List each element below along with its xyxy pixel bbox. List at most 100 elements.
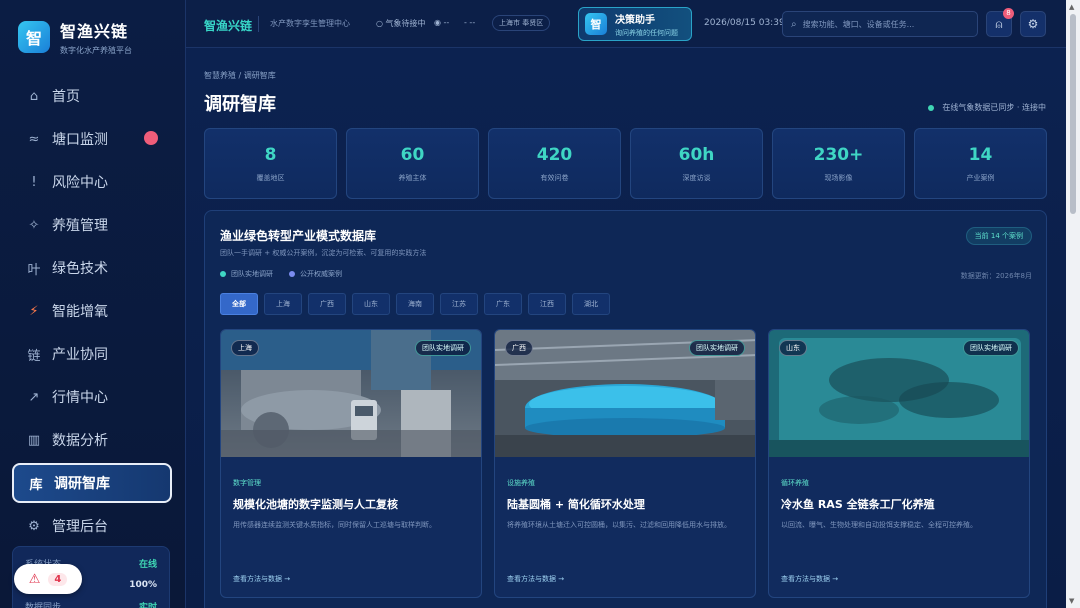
legend-label: 公开权威案例	[300, 270, 342, 278]
stat-card: 8 覆盖地区	[204, 128, 337, 199]
divider	[258, 16, 259, 32]
sidebar-item-label: 风险中心	[52, 175, 108, 191]
stat-value: 60	[400, 145, 425, 165]
alert-button[interactable]: ⚠ 4	[14, 564, 82, 594]
filter-hubei[interactable]: 湖北	[572, 293, 610, 315]
view-details-link[interactable]: 查看方法与数据 →	[233, 574, 290, 584]
stat-value: 8	[264, 145, 277, 165]
system-status-value: 实时	[138, 603, 157, 608]
sidebar-item-label: 养殖管理	[52, 218, 108, 234]
sidebar-item-risk[interactable]: ! 风险中心	[12, 162, 172, 202]
scrollbar-thumb[interactable]	[1070, 14, 1076, 214]
stat-card: 14 产业案例	[914, 128, 1047, 199]
breadcrumb: 智慧养殖 / 调研智库	[204, 71, 276, 80]
filter-all[interactable]: 全部	[220, 293, 258, 315]
sidebar-item-industry[interactable]: 链 产业协同	[12, 334, 172, 374]
brand-subtitle: 数字化水产养殖平台	[60, 46, 132, 55]
sidebar-item-research[interactable]: 库 调研智库	[12, 463, 172, 503]
scroll-down-icon[interactable]: ▼	[1069, 597, 1074, 605]
source-type-tag: 团队实地调研	[415, 340, 471, 356]
legend-label: 团队实地调研	[231, 270, 273, 278]
location-badge[interactable]: 上海市 奉贤区	[492, 15, 551, 31]
sidebar-item-label: 数据分析	[52, 433, 108, 449]
case-card[interactable]: 上海 团队实地调研 数字管理 规模化池塘的数字监测与人工复核 用传感器连续监测关…	[220, 329, 482, 598]
settings-button[interactable]: ⚙	[1020, 11, 1046, 37]
topbar-title: 智渔兴链	[204, 19, 253, 33]
system-status-row: 数据同步 实时	[25, 600, 157, 608]
scroll-up-icon[interactable]: ▲	[1069, 3, 1074, 11]
top-bar: 智渔兴链 水产数字孪生管理中心 ○ 气象待接中 ◉ -- - -- 上海市 奉贤…	[186, 0, 1066, 48]
system-status-label: 数据同步	[25, 603, 62, 608]
case-category: 设施养殖	[507, 479, 535, 487]
search-input[interactable]	[802, 19, 963, 29]
filter-guangxi[interactable]: 广西	[308, 293, 346, 315]
sidebar-item-label: 产业协同	[52, 347, 108, 363]
bars-icon: ▥	[27, 432, 41, 448]
case-image-fish-tank: 山东 团队实地调研	[769, 330, 1029, 457]
case-description: 用传感器连续监测关键水质指标，同时保留人工巡塘与取样判断。	[233, 521, 436, 529]
sidebar-item-label: 行情中心	[52, 390, 108, 406]
sidebar-item-market[interactable]: ↗ 行情中心	[12, 377, 172, 417]
stat-value: 230+	[813, 145, 864, 165]
stat-value: 60h	[678, 145, 715, 165]
brand-title: 智渔兴链	[60, 22, 129, 41]
filter-jiangsu[interactable]: 江苏	[440, 293, 478, 315]
case-image-tank-facility: 广西 团队实地调研	[495, 330, 755, 457]
stat-card: 60 养殖主体	[346, 128, 479, 199]
page-title: 调研智库	[204, 94, 276, 115]
sidebar-item-label: 智能增氧	[52, 304, 108, 320]
user-button[interactable]: ⍝ 8	[986, 8, 1014, 37]
assistant-logo: 智	[585, 13, 607, 35]
sidebar-item-label: 首页	[52, 89, 80, 105]
case-description: 以回流、曝气、生物处理和自动投饵支撑稳定、全程可控养殖。	[781, 521, 977, 529]
case-card[interactable]: 广西 团队实地调研 设施养殖 陆基圆桶 + 简化循环水处理 将养殖环境从土塘迁入…	[494, 329, 756, 598]
source-type-tag: 团队实地调研	[963, 340, 1019, 356]
filter-shandong[interactable]: 山东	[352, 293, 390, 315]
main-content: 智慧养殖 / 调研智库 调研智库 在线气象数据已同步 · 连接中 8 覆盖地区 …	[186, 48, 1066, 608]
sidebar-item-aeration[interactable]: ⚡ 智能增氧	[12, 291, 172, 331]
brand[interactable]: 智 智渔兴链 数字化水产养殖平台	[18, 18, 132, 56]
sidebar-item-admin[interactable]: ⚙ 管理后台	[12, 506, 172, 546]
filter-hainan[interactable]: 海南	[396, 293, 434, 315]
sidebar: 智 智渔兴链 数字化水产养殖平台 ⌂ 首页 ≈ 塘口监测 ! 风险中心 ✧ 养殖…	[0, 0, 186, 608]
sidebar-item-analytics[interactable]: ▥ 数据分析	[12, 420, 172, 460]
exclamation-icon: !	[31, 174, 37, 190]
sync-status-text: 在线气象数据已同步 · 连接中	[942, 103, 1046, 112]
case-count-badge: 当前 14 个案例	[965, 227, 1032, 245]
stat-label: 有效问卷	[540, 174, 569, 182]
sidebar-item-green-tech[interactable]: 叶 绿色技术	[12, 248, 172, 288]
sidebar-item-pond-monitor[interactable]: ≈ 塘口监测	[12, 119, 172, 159]
bolt-icon: ⚡	[29, 303, 39, 319]
decision-assistant-button[interactable]: 智 决策助手 询问养殖的任何问题	[578, 7, 692, 41]
gear-icon: ⚙	[28, 518, 40, 534]
filter-jiangxi[interactable]: 江西	[528, 293, 566, 315]
topbar-subtitle: 水产数字孪生管理中心	[270, 19, 350, 28]
gear-icon: ⚙	[1027, 17, 1039, 31]
alert-count: 4	[48, 572, 68, 586]
trend-icon: ↗	[28, 389, 40, 405]
case-card[interactable]: 山东 团队实地调研 循环养殖 冷水鱼 RAS 全链条工厂化养殖 以回流、曝气、生…	[768, 329, 1030, 598]
weather-value-2: - --	[464, 18, 476, 27]
case-image-indoor-pond: 上海 团队实地调研	[221, 330, 481, 457]
sidebar-item-label: 调研智库	[54, 476, 110, 492]
filter-shanghai[interactable]: 上海	[264, 293, 302, 315]
stat-card: 230+ 现场影像	[772, 128, 905, 199]
stats-row: 8 覆盖地区 60 养殖主体 420 有效问卷 60h 深度访谈 230+ 现场…	[204, 128, 1056, 199]
page-scrollbar[interactable]: ▲ ▼	[1066, 0, 1080, 608]
case-title: 陆基圆桶 + 简化循环水处理	[507, 498, 645, 511]
home-icon: ⌂	[29, 88, 39, 104]
stat-label: 覆盖地区	[256, 174, 285, 182]
stat-label: 现场影像	[824, 174, 853, 182]
sidebar-item-home[interactable]: ⌂ 首页	[12, 76, 172, 116]
case-category: 数字管理	[233, 479, 261, 487]
legend-dot-icon	[289, 271, 295, 277]
view-details-link[interactable]: 查看方法与数据 →	[507, 574, 564, 584]
stat-value: 14	[968, 145, 993, 165]
filter-guangdong[interactable]: 广东	[484, 293, 522, 315]
datetime: 2026/08/15 03:39	[704, 18, 785, 28]
sidebar-item-farming[interactable]: ✧ 养殖管理	[12, 205, 172, 245]
case-title: 冷水鱼 RAS 全链条工厂化养殖	[781, 498, 935, 511]
search-box[interactable]: ⌕	[782, 11, 978, 37]
view-details-link[interactable]: 查看方法与数据 →	[781, 574, 838, 584]
sync-status: 在线气象数据已同步 · 连接中	[928, 102, 1046, 113]
